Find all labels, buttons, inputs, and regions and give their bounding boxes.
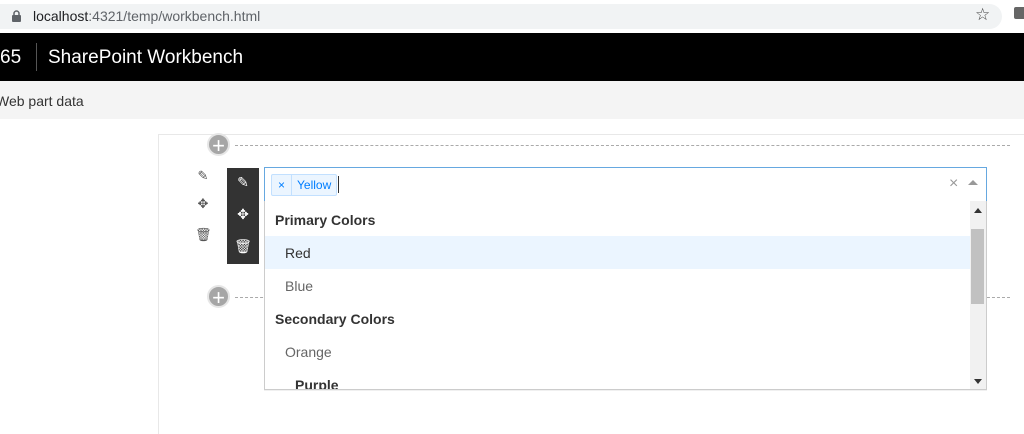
camera-icon[interactable] <box>1014 7 1024 19</box>
trash-icon[interactable]: 🗑 <box>227 238 259 255</box>
selected-tag: × Yellow <box>271 174 338 196</box>
text-caret <box>338 176 339 193</box>
lock-icon <box>12 10 21 22</box>
browser-bar: localhost:4321/temp/workbench.html ☆ <box>0 0 1024 33</box>
app-title: SharePoint Workbench <box>48 47 244 68</box>
edit-section-icon[interactable]: ✎ <box>195 168 211 184</box>
scroll-down-icon[interactable] <box>974 379 982 384</box>
header-divider <box>36 43 37 71</box>
group-header: Secondary Colors <box>275 311 395 327</box>
webpart-toolbar: ✎ ✥ 🗑 <box>227 168 259 264</box>
bookmark-star-icon[interactable]: ☆ <box>975 5 990 25</box>
delete-section-icon[interactable]: 🗑 <box>195 227 212 243</box>
remove-tag-icon[interactable]: × <box>272 175 293 195</box>
pencil-icon[interactable]: ✎ <box>227 174 259 191</box>
web-part-data-button[interactable]: Web part data <box>0 93 84 109</box>
move-section-icon[interactable]: ✥ <box>195 196 211 212</box>
suite-header: 65 SharePoint Workbench <box>0 33 1024 81</box>
command-bar: Web part data <box>0 81 1024 119</box>
option-purple[interactable]: Purple <box>265 368 972 389</box>
scrollbar-thumb[interactable] <box>971 229 984 304</box>
url-text[interactable]: localhost:4321/temp/workbench.html <box>33 8 260 24</box>
clear-icon[interactable]: × <box>949 175 958 193</box>
move-icon[interactable]: ✥ <box>227 206 259 223</box>
option-red[interactable]: Red <box>265 236 972 269</box>
scroll-up-icon[interactable] <box>974 208 982 213</box>
color-multiselect[interactable]: × Yellow × <box>264 167 987 202</box>
add-section-bottom-icon[interactable]: + <box>207 285 230 309</box>
option-orange[interactable]: Orange <box>265 335 972 368</box>
section-divider <box>235 145 1010 146</box>
tag-label: Yellow <box>297 178 332 192</box>
suite-name[interactable]: 65 <box>0 47 21 69</box>
menu-scrollbar[interactable] <box>970 201 986 389</box>
option-blue[interactable]: Blue <box>265 269 972 302</box>
collapse-arrow-icon[interactable] <box>968 180 978 185</box>
group-header: Primary Colors <box>275 212 376 228</box>
add-section-top-icon[interactable]: + <box>207 133 230 157</box>
dropdown-menu: Primary Colors Red Blue Secondary Colors… <box>264 201 987 390</box>
